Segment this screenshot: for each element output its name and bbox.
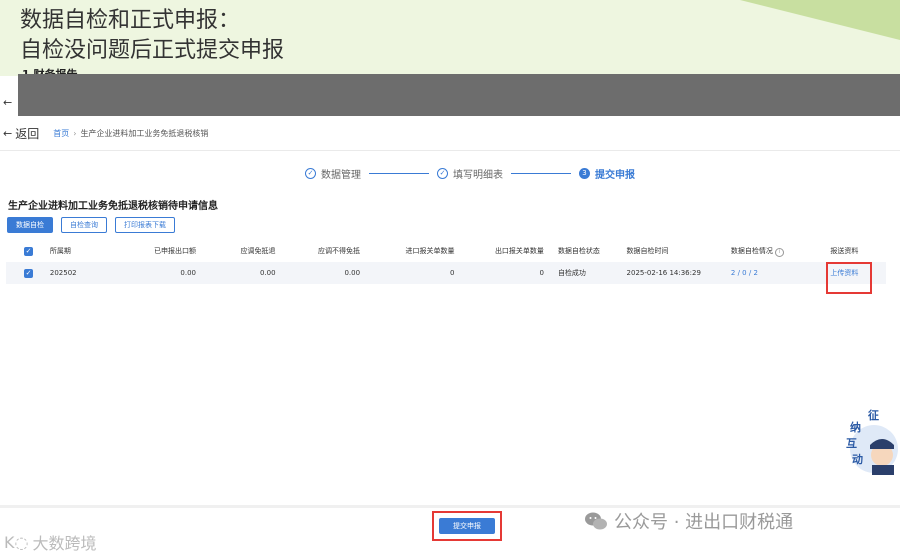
table-row: ✓ 202502 0.00 0.00 0.00 0 0 自检成功 2025-02… (6, 262, 886, 284)
mascot-char: 动 (852, 452, 863, 466)
step-fill-details[interactable]: ✓ 填写明细表 (437, 166, 503, 181)
upload-highlight-box (826, 262, 872, 294)
mascot-char: 纳 (850, 420, 861, 434)
mascot-char: 征 (868, 408, 879, 422)
submit-highlight-box: 提交申报 (432, 511, 502, 541)
mascot-char: 互 (846, 437, 857, 450)
mascot-icon[interactable]: 征 纳 互 动 (838, 405, 898, 475)
check-result-link[interactable]: 2 / 0 / 2 (727, 269, 826, 277)
step-label: 数据管理 (321, 169, 361, 181)
check-icon: ✓ (305, 167, 316, 179)
breadcrumb-home-link[interactable]: 首页 (53, 128, 69, 139)
cell-check-time: 2025-02-16 14:36:29 (626, 269, 701, 277)
breadcrumb-current: 生产企业进料加工业务免抵退税核销 (80, 128, 209, 138)
back-arrow-icon[interactable]: ← (3, 127, 12, 140)
step-number-badge: 3 (579, 167, 590, 179)
cell-check-status: 自检成功 (557, 269, 586, 277)
watermark-left: K◌ 大数跨境 (4, 530, 96, 554)
watermark-right: 公众号 · 进出口财税通 (584, 508, 793, 534)
breadcrumb-separator: › (73, 128, 77, 138)
section-title: 生产企业进料加工业务免抵退税核销待申请信息 (8, 201, 218, 212)
cell-import-count: 0 (450, 269, 455, 277)
redaction-bar (18, 74, 900, 116)
watermark-left-text: 大数跨境 (32, 534, 97, 553)
left-arrow-icon[interactable]: ← (3, 96, 12, 109)
header-adjust-exempt: 应调免抵退 (240, 247, 276, 255)
step-label: 提交申报 (595, 169, 635, 181)
header-export-count: 出口报关单数量 (494, 247, 544, 255)
checkbox-check-icon: ✓ (24, 268, 33, 278)
wechat-icon (585, 512, 607, 530)
self-check-query-button[interactable]: 自检查询 (61, 217, 107, 233)
back-link[interactable]: 返回 (15, 125, 39, 142)
header-submit-docs: 报送资料 (830, 247, 859, 255)
submit-declaration-button[interactable]: 提交申报 (439, 518, 495, 534)
progress-steps: ✓ 数据管理 ✓ 填写明细表 3 提交申报 (305, 164, 635, 182)
header-check-status: 数据自检状态 (557, 247, 600, 255)
header-import-count: 进口报关单数量 (405, 247, 455, 255)
header-check-result: 数据自检情况 i (727, 246, 826, 257)
print-report-download-button[interactable]: 打印报表下载 (115, 217, 175, 233)
tutorial-banner: 数据自检和正式申报： 自检没问题后正式提交申报 (0, 0, 900, 76)
cell-adjust-not-exempt: 0.00 (344, 269, 361, 277)
banner-corner-decoration (740, 0, 900, 40)
data-self-check-button[interactable]: 数据自检 (7, 217, 53, 233)
divider (0, 150, 900, 151)
info-icon[interactable]: i (774, 247, 784, 257)
checkbox-check-icon: ✓ (24, 246, 33, 256)
watermark-logo-icon: K◌ (4, 532, 29, 552)
cell-period: 202502 (49, 269, 77, 277)
declaration-table: ✓ 所属期 已申报出口额 应调免抵退 应调不得免抵 进口报关单数量 出口报关单数… (6, 240, 886, 284)
header-period: 所属期 (49, 247, 71, 255)
header-adjust-not-exempt: 应调不得免抵 (318, 247, 361, 255)
action-toolbar: 数据自检 自检查询 打印报表下载 (7, 217, 175, 233)
banner-heading: 数据自检和正式申报： (20, 8, 241, 33)
step-submit[interactable]: 3 提交申报 (579, 166, 635, 181)
cell-export-count: 0 (539, 269, 544, 277)
step-data-management[interactable]: ✓ 数据管理 (305, 166, 361, 181)
table-header: ✓ 所属期 已申报出口额 应调免抵退 应调不得免抵 进口报关单数量 出口报关单数… (6, 240, 886, 262)
step-connector (511, 172, 571, 174)
cell-declared-export: 0.00 (180, 269, 196, 277)
step-label: 填写明细表 (453, 169, 503, 181)
header-check-result-label: 数据自检情况 (730, 246, 773, 255)
header-declared-export: 已申报出口额 (154, 247, 196, 255)
header-check-time: 数据自检时间 (626, 247, 669, 255)
check-icon: ✓ (437, 167, 448, 179)
banner-subheading: 自检没问题后正式提交申报 (20, 38, 285, 63)
cell-adjust-exempt: 0.00 (259, 269, 276, 277)
watermark-right-text: 公众号 · 进出口财税通 (614, 512, 794, 533)
select-all-checkbox[interactable]: ✓ (6, 246, 46, 256)
step-connector (369, 172, 429, 174)
row-checkbox[interactable]: ✓ (6, 268, 46, 278)
breadcrumb: ← 返回 首页 › 生产企业进料加工业务免抵退税核销 (0, 124, 208, 142)
